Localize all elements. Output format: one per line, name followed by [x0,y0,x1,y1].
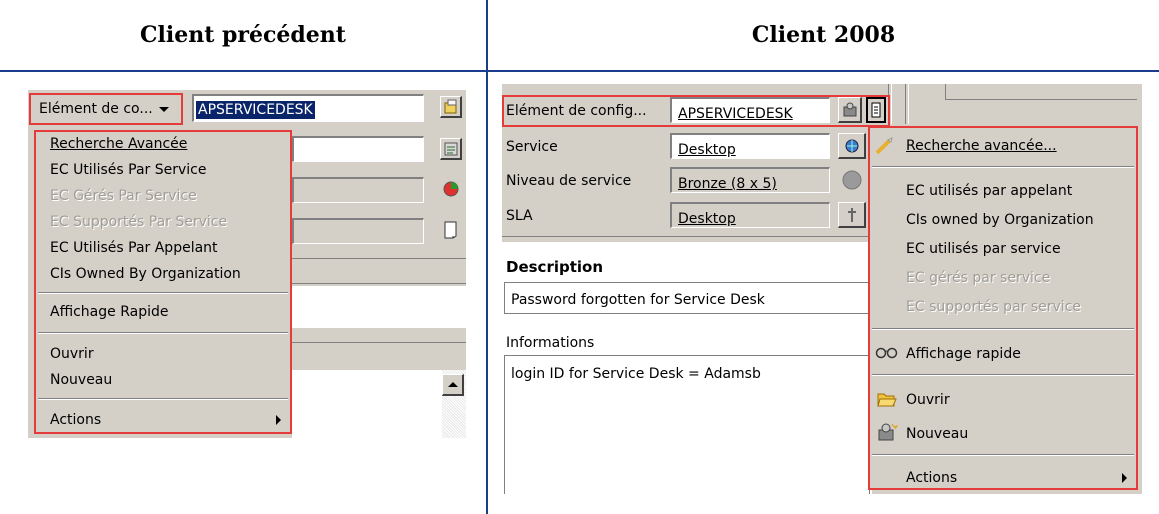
magic-wand-icon [874,136,898,156]
ci-menu-button[interactable] [866,97,886,123]
sla-value: Desktop [678,211,736,227]
menu-item-ci-supported-by-service: EC Supportés Par Service [50,214,228,230]
right-column-header: Client 2008 [751,22,896,48]
menu-item-cis-owned-by-organization[interactable]: CIs owned by Organization [906,212,1094,228]
description-value: Password forgotten for Service Desk [511,292,765,308]
menu-separator [38,398,288,400]
information-label: Informations [506,335,595,351]
service-lookup-button[interactable] [440,138,462,160]
menu-item-advanced-search[interactable]: Recherche avancée... [906,138,1057,154]
menu-icon [871,102,881,118]
description-textarea[interactable]: Password forgotten for Service Desk [504,282,870,314]
ci-type-dropdown[interactable]: Elément de co... [29,93,183,125]
information-box [292,370,442,438]
right-pane-frame [945,84,1137,100]
sla-script-icon [440,218,462,242]
service-label: Service [506,139,558,155]
menu-item-cis-owned-by-organization[interactable]: CIs Owned By Organization [50,266,241,282]
description-box [292,286,466,328]
arrow-up-icon [447,382,458,387]
menu-item-ci-used-by-caller[interactable]: EC utilisés par appelant [906,183,1072,199]
header-divider [0,70,1159,72]
menu-item-ci-used-by-caller[interactable]: EC Utilisés Par Appelant [50,240,218,256]
submenu-arrow-icon [1122,473,1127,483]
menu-item-quick-view[interactable]: Affichage rapide [906,346,1021,362]
left-column-header: Client précédent [140,22,346,48]
menu-item-open[interactable]: Ouvrir [906,392,950,408]
information-value: login ID for Service Desk = Adamsb [511,366,761,382]
service-button[interactable] [838,133,866,159]
menu-item-new[interactable]: Nouveau [906,426,968,442]
panel-edge [502,236,872,242]
menu-item-advanced-search[interactable]: Recherche Avancée [50,136,187,152]
service-field[interactable]: Desktop [670,133,830,159]
ci-context-menu: Recherche avancée... EC utilisés par app… [868,126,1138,490]
lookup-icon [444,99,456,113]
ci-field-label: Elément de config... [506,103,647,119]
sla-button[interactable] [838,202,866,228]
sla-field [292,218,424,244]
legacy-context-menu: Recherche Avancée EC Utilisés Par Servic… [34,130,292,434]
menu-item-ci-used-by-service[interactable]: EC utilisés par service [906,241,1061,257]
new-item-icon [876,422,900,442]
menu-item-quick-view[interactable]: Affichage Rapide [50,304,169,320]
service-value: Desktop [678,142,736,158]
menu-item-ci-managed-by-service: EC Gérés Par Service [50,188,197,204]
service-level-field [292,177,424,203]
menu-item-ci-managed-by-service: EC gérés par service [906,270,1051,286]
ci-lookup-button[interactable] [440,96,462,118]
scroll-up-button[interactable] [442,374,464,396]
description-label: Description [506,258,604,276]
ci-field-value: APSERVICEDESK [678,106,793,122]
menu-separator [38,292,288,294]
service-level-icon [440,178,462,200]
ci-field[interactable]: APSERVICEDESK [670,97,830,123]
submenu-arrow-icon [276,415,281,425]
service-icon [444,142,457,155]
menu-separator [872,374,1134,376]
folder-open-icon [876,390,900,408]
ci-input[interactable]: APSERVICEDESK [192,94,424,122]
description-header-strip [292,258,466,284]
service-level-value: Bronze (8 x 5) [678,176,777,192]
service-level-label: Niveau de service [506,173,632,189]
sla-field: Desktop [670,202,830,228]
ci-type-dropdown-label: Elément de co... [39,101,153,117]
column-divider [486,0,488,514]
sla-icon [847,207,856,222]
information-textarea[interactable]: login ID for Service Desk = Adamsb [504,355,870,494]
glasses-icon [874,344,902,362]
menu-separator [872,166,1134,168]
service-level-icon [838,167,866,193]
menu-item-ci-used-by-service[interactable]: EC Utilisés Par Service [50,162,206,178]
ci-input-value: APSERVICEDESK [196,101,315,119]
menu-item-ci-supported-by-service: EC supportés par service [906,299,1081,315]
ci-config-icon [843,102,856,116]
service-field[interactable] [292,136,424,162]
menu-item-open[interactable]: Ouvrir [50,346,94,362]
ci-field-button[interactable] [838,97,862,123]
menu-separator [872,328,1134,330]
information-header-strip [292,342,466,370]
pane-splitter [905,84,909,124]
menu-separator [38,332,288,334]
menu-separator [872,454,1134,456]
chevron-down-icon [158,106,169,112]
sla-label: SLA [506,208,533,224]
menu-item-new[interactable]: Nouveau [50,372,112,388]
service-globe-icon [845,139,858,152]
menu-item-actions[interactable]: Actions [906,470,957,486]
service-level-field: Bronze (8 x 5) [670,167,830,193]
menu-item-actions[interactable]: Actions [50,412,101,428]
